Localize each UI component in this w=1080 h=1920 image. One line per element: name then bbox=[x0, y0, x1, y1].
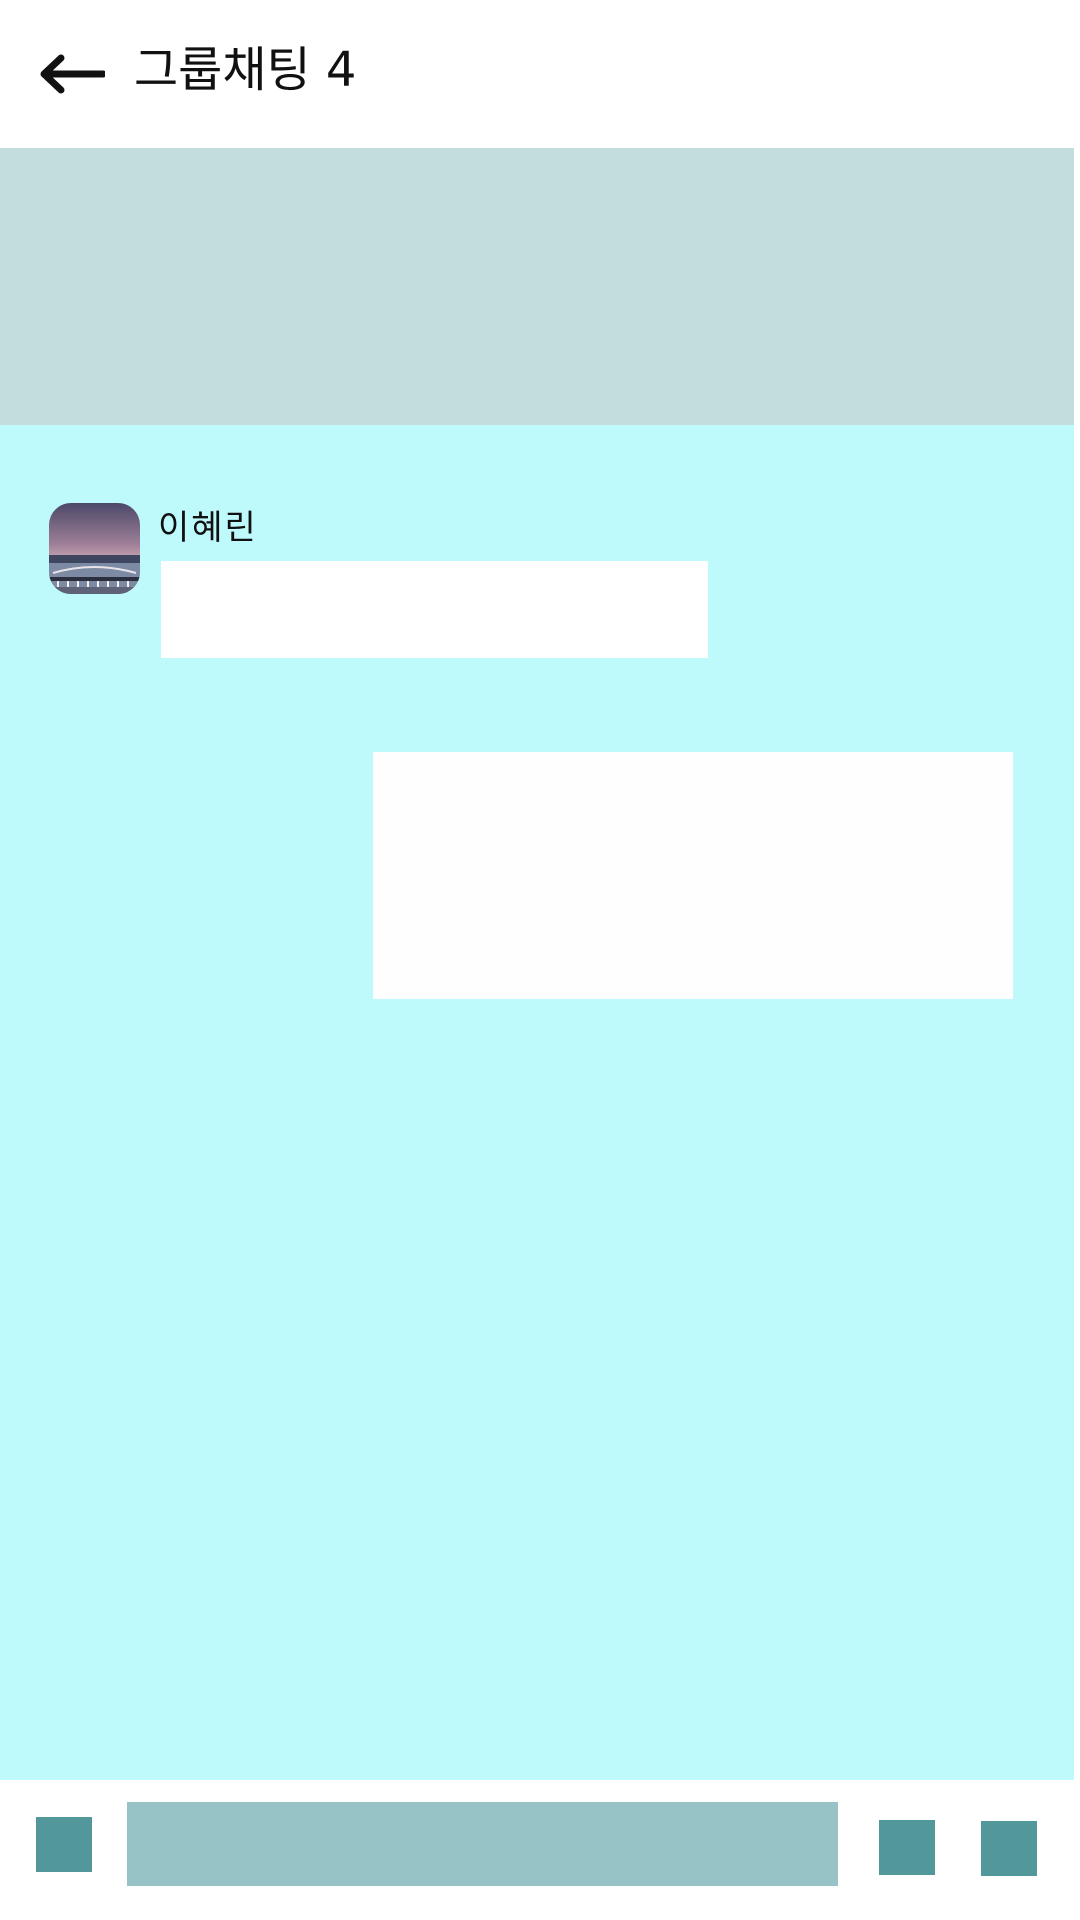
chat-screen: 그룹채팅 4 이혜린 bbox=[0, 0, 1080, 1920]
app-header: 그룹채팅 4 bbox=[0, 0, 1080, 148]
send-button[interactable] bbox=[981, 1821, 1037, 1876]
message-input[interactable] bbox=[127, 1802, 838, 1886]
top-banner bbox=[0, 148, 1074, 425]
profile-photo-avatar bbox=[49, 503, 140, 594]
back-button[interactable] bbox=[34, 42, 110, 106]
page-title: 그룹채팅 4 bbox=[134, 42, 357, 98]
sent-message-bubble[interactable] bbox=[373, 752, 1013, 999]
arrow-left-icon bbox=[40, 54, 105, 94]
avatar[interactable] bbox=[49, 503, 140, 594]
attach-button[interactable] bbox=[36, 1817, 92, 1872]
received-message-bubble[interactable] bbox=[161, 561, 708, 658]
emoji-button[interactable] bbox=[879, 1820, 935, 1875]
sender-name: 이혜린 bbox=[158, 508, 258, 548]
